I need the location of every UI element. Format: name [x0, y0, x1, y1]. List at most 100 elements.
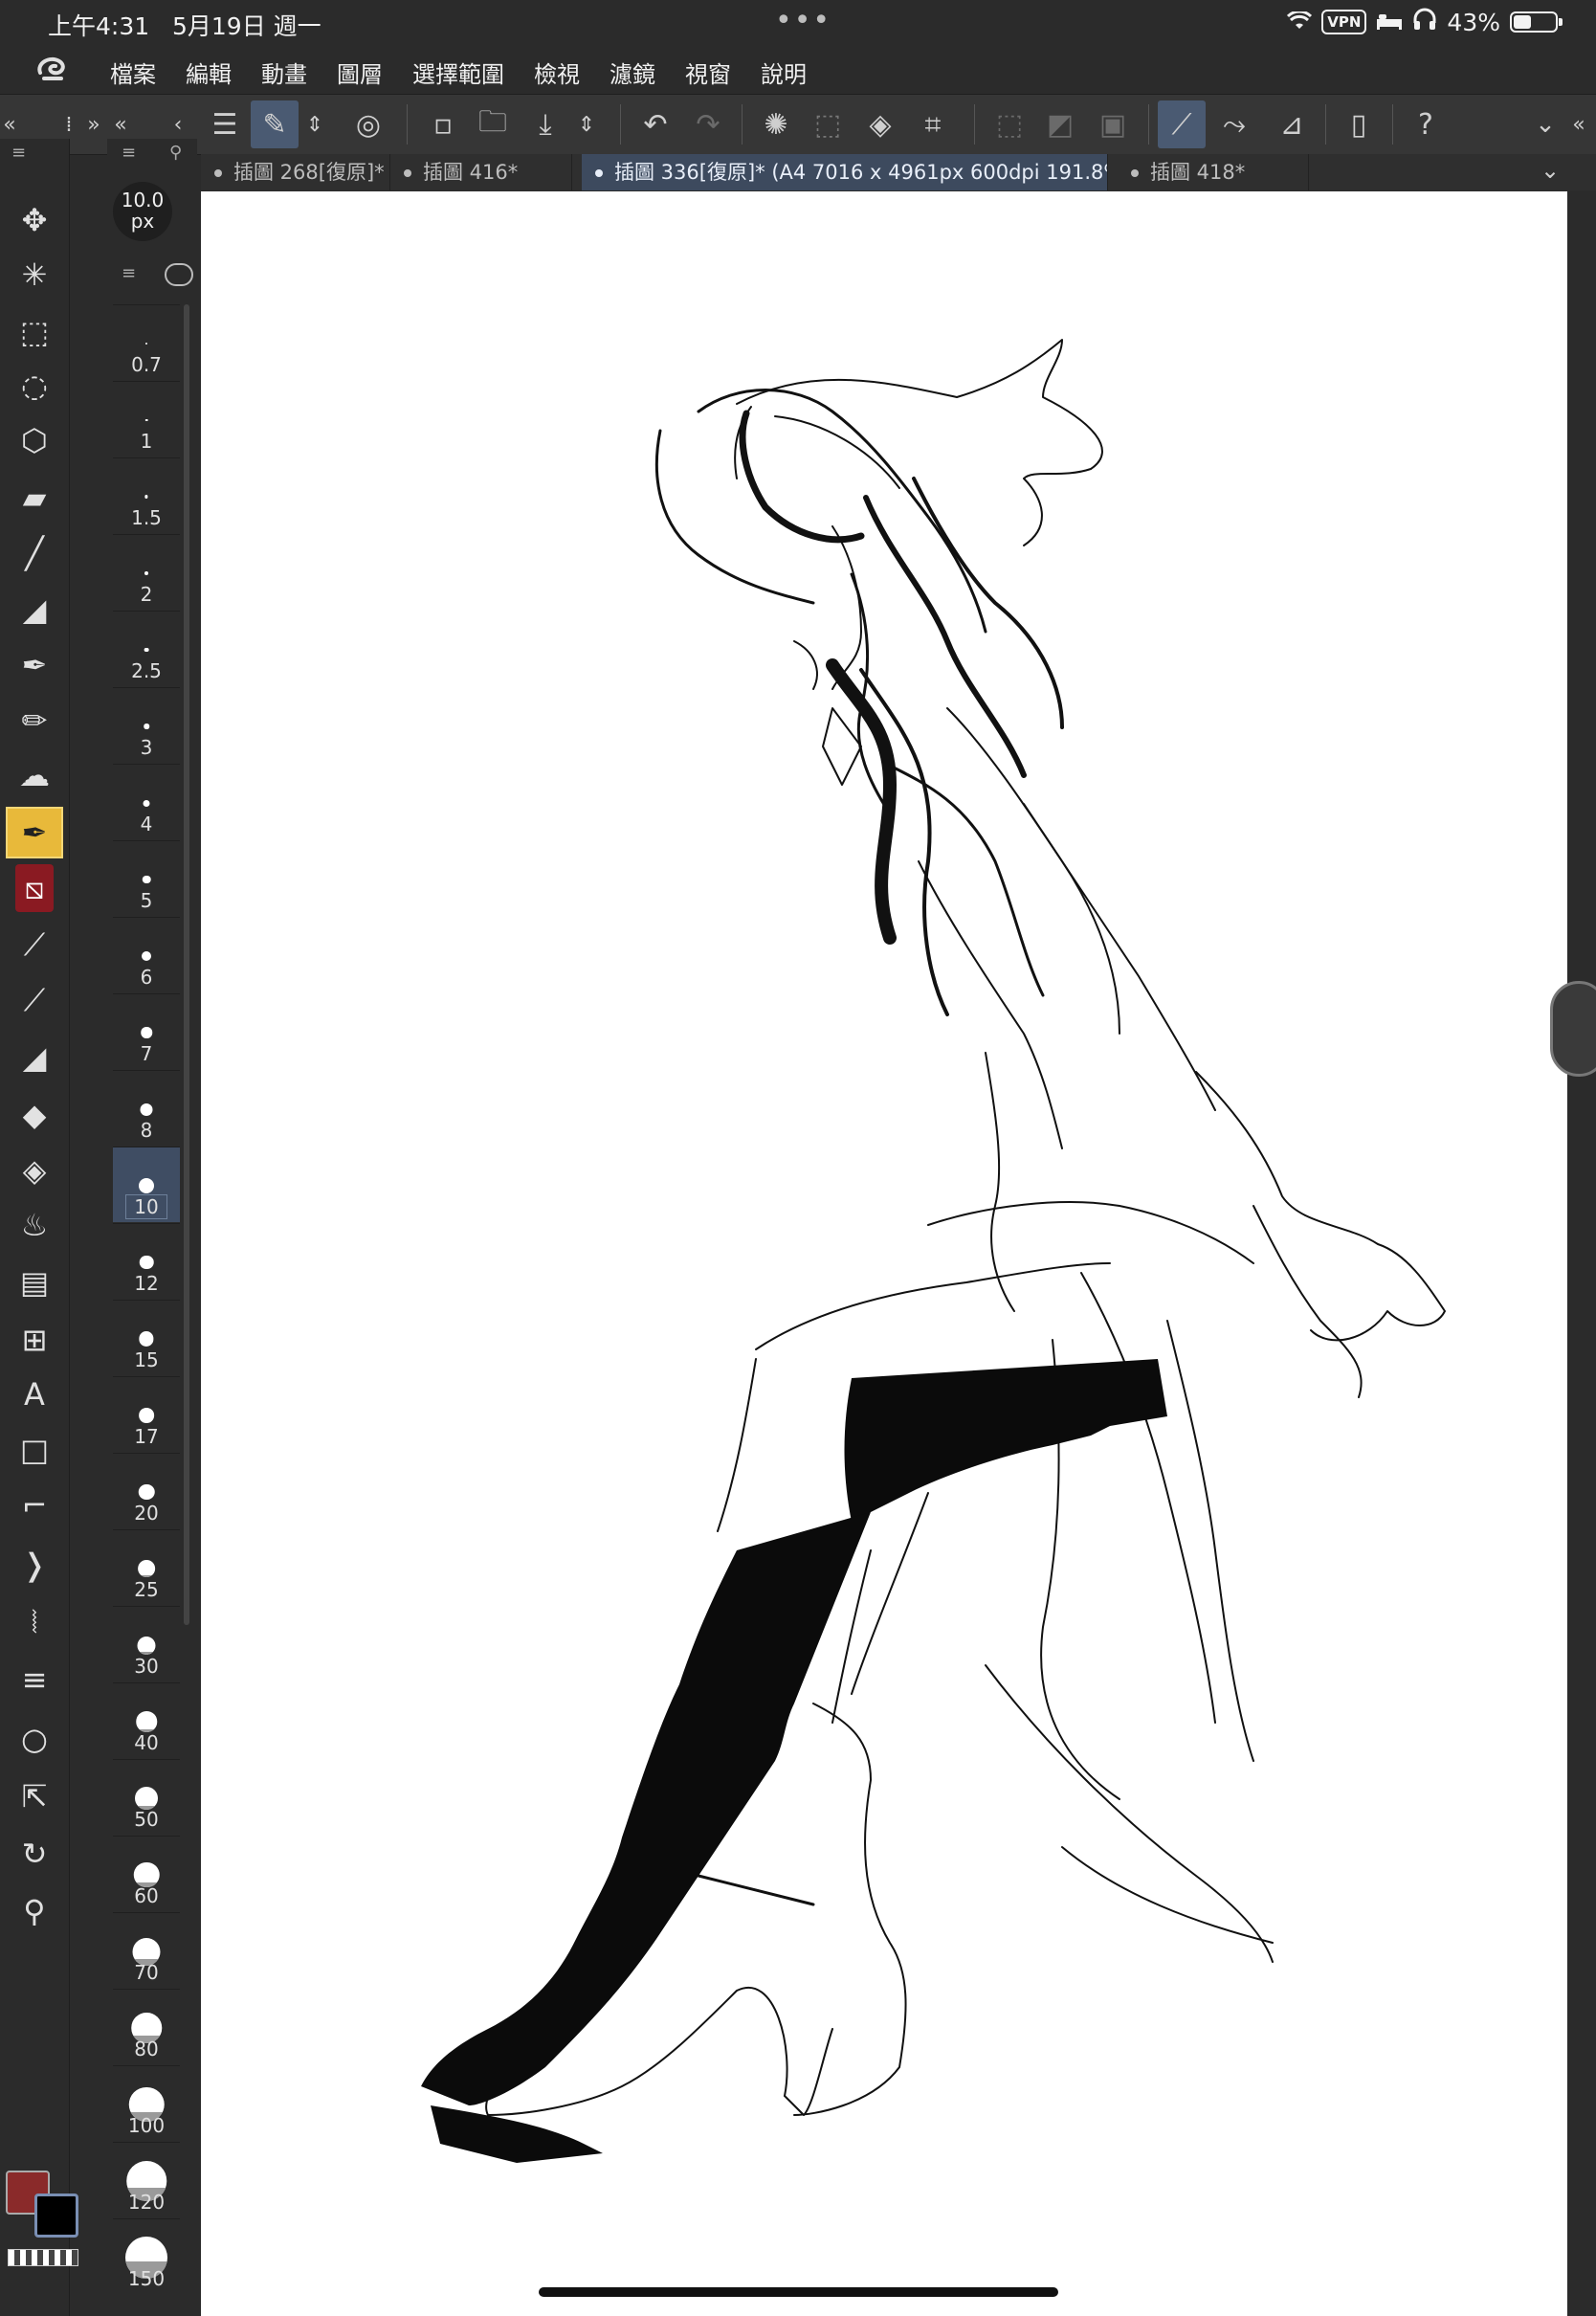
brush-size-100[interactable]: 100 — [113, 2065, 180, 2141]
device-icon[interactable]: ▯ — [1335, 100, 1383, 148]
rect-select-icon[interactable]: ⬚ — [8, 308, 61, 356]
edit-mode-icon[interactable]: ✎ — [251, 100, 299, 148]
brush-size-150[interactable]: 150 — [113, 2218, 180, 2294]
gradient-icon[interactable]: ♨ — [8, 1201, 61, 1249]
shape-icon[interactable]: □ — [8, 1426, 61, 1474]
deselect-icon[interactable]: ⬚ — [986, 100, 1033, 148]
blend-icon[interactable]: ☁ — [8, 751, 61, 799]
brush-size-40[interactable]: 40 — [113, 1682, 180, 1758]
size-panel-menu-icon[interactable]: ≡ — [122, 143, 136, 163]
brush-size-120[interactable]: 120 — [113, 2142, 180, 2217]
sub-color-swatch[interactable] — [34, 2194, 78, 2238]
tab-doc-3[interactable]: 插圖 336[復原]* (A4 7016 x 4961px 600dpi 191… — [582, 154, 1108, 190]
menu-item-5[interactable]: 檢視 — [534, 56, 580, 89]
brush-size-5[interactable]: 5 — [113, 840, 180, 916]
chevron-updown-icon[interactable]: ⇕ — [300, 100, 329, 148]
home-indicator[interactable] — [539, 2287, 1058, 2297]
transform-icon[interactable]: ⌗ — [909, 100, 957, 148]
pencil-icon[interactable]: ✏ — [8, 697, 61, 745]
fill-bucket-icon[interactable]: ◈ — [856, 100, 904, 148]
brush-size-3[interactable]: 3 — [113, 687, 180, 763]
link-icon[interactable] — [165, 263, 193, 286]
brush-size-12[interactable]: 12 — [113, 1223, 180, 1299]
tab-doc-4[interactable]: 插圖 418* — [1118, 154, 1309, 190]
multitask-dots[interactable]: ••• — [775, 4, 831, 37]
list-icon[interactable]: ≡ — [8, 1656, 61, 1704]
rotate-icon[interactable]: ↻ — [8, 1830, 61, 1878]
pen-icon[interactable]: ╱ — [8, 529, 61, 577]
selection-border-icon[interactable]: ▣ — [1089, 100, 1137, 148]
lasso-icon[interactable]: ◌ — [8, 362, 61, 410]
zoom-icon[interactable]: ⚲ — [8, 1887, 61, 1935]
brush-size-10[interactable]: 10 — [113, 1147, 180, 1222]
size-list-scrollbar[interactable] — [184, 304, 189, 1625]
brush-size-6[interactable]: 6 — [113, 917, 180, 992]
brush-icon[interactable]: ⟋ — [8, 976, 61, 1024]
redo-icon[interactable]: ↷ — [684, 100, 732, 148]
speech-icon[interactable]: ○ — [8, 1715, 61, 1763]
undo-icon[interactable]: ↶ — [632, 100, 679, 148]
brush-size-readout[interactable]: 10.0 px — [113, 182, 172, 241]
balloon-icon[interactable]: ⌐ — [8, 1481, 61, 1529]
expand-icon[interactable]: ❭ — [8, 1541, 61, 1589]
drawing-canvas[interactable] — [201, 191, 1567, 2316]
invert-selection-icon[interactable]: ◩ — [1036, 100, 1084, 148]
transparent-color-swatch[interactable] — [8, 2249, 78, 2266]
tab-doc-2[interactable]: 插圖 416* — [390, 154, 572, 190]
magic-wand-icon[interactable]: ✳ — [8, 251, 61, 299]
app-logo-icon[interactable] — [33, 54, 71, 86]
brush-size-60[interactable]: 60 — [113, 1836, 180, 1911]
clear-selection-icon[interactable]: ⬚ — [804, 100, 852, 148]
g-pen-icon[interactable]: ✒ — [6, 807, 63, 858]
tab-doc-1[interactable]: 插圖 268[復原]* — [201, 154, 390, 190]
brush-size-70[interactable]: 70 — [113, 1912, 180, 1988]
dropper-icon[interactable]: ⟋ — [8, 921, 61, 969]
snap-grid-icon[interactable]: ⊿ — [1268, 100, 1316, 148]
brush-size-1[interactable]: 1 — [113, 381, 180, 457]
brush-size-25[interactable]: 25 — [113, 1529, 180, 1605]
expand-right-icon[interactable]: » — [84, 100, 103, 148]
brush-size-7[interactable]: 7 — [113, 993, 180, 1069]
collapse-right-icon[interactable]: « — [1569, 100, 1588, 148]
menu-item-3[interactable]: 圖層 — [337, 56, 383, 89]
new-canvas-icon[interactable]: ▫ — [419, 100, 467, 148]
marker-icon[interactable]: ◢ — [8, 586, 61, 634]
brush-size-80[interactable]: 80 — [113, 1989, 180, 2064]
3d-object-icon[interactable]: ⬡ — [8, 416, 61, 464]
snap-ruler-icon[interactable]: ⟋ — [1158, 100, 1206, 148]
loading-icon[interactable]: ✺ — [752, 100, 800, 148]
brush-size-20[interactable]: 20 — [113, 1453, 180, 1528]
object-select-icon[interactable]: ⇱ — [8, 1772, 61, 1820]
menu-item-7[interactable]: 視窗 — [685, 56, 731, 89]
brush-size-8[interactable]: 8 — [113, 1070, 180, 1146]
tabs-chevron-down-icon[interactable]: ⌄ — [1526, 146, 1574, 194]
quick-access-icon[interactable]: ◎ — [344, 100, 392, 148]
brush-size-30[interactable]: 30 — [113, 1606, 180, 1681]
brush-size-50[interactable]: 50 — [113, 1759, 180, 1835]
chevron-updown-icon-2[interactable]: ⇕ — [572, 100, 601, 148]
menu-item-8[interactable]: 說明 — [761, 56, 807, 89]
menu-icon[interactable]: ☰ — [201, 100, 249, 148]
brush-size-2_5[interactable]: 2.5 — [113, 611, 180, 686]
figure-icon[interactable]: ▤ — [8, 1258, 61, 1306]
frame-icon[interactable]: ⊞ — [8, 1316, 61, 1364]
menu-item-4[interactable]: 選擇範圍 — [412, 56, 504, 89]
menu-item-6[interactable]: 濾鏡 — [610, 56, 655, 89]
ruler-line-icon[interactable]: ⦚ — [8, 1598, 61, 1646]
move-icon[interactable]: ✥ — [8, 196, 61, 244]
chevron-down-icon[interactable]: ⌄ — [1521, 100, 1569, 148]
save-icon[interactable]: ⤓ — [521, 100, 569, 148]
menu-item-0[interactable]: 檔案 — [110, 56, 156, 89]
brush-size-1_5[interactable]: 1.5 — [113, 457, 180, 533]
brush-size-17[interactable]: 17 — [113, 1376, 180, 1452]
fountain-pen-icon[interactable]: ✒ — [8, 641, 61, 689]
brush-size-2[interactable]: 2 — [113, 534, 180, 610]
brush-size-0_7[interactable]: 0.7 — [113, 304, 180, 380]
help-icon[interactable]: ? — [1402, 100, 1450, 148]
tool-property-icon[interactable]: ⚲ — [169, 143, 182, 163]
airbrush-icon[interactable]: ◢ — [8, 1034, 61, 1081]
snap-special-ruler-icon[interactable]: ⤳ — [1210, 100, 1258, 148]
palette-menu-icon[interactable]: ≡ — [11, 143, 26, 163]
brush-size-15[interactable]: 15 — [113, 1300, 180, 1375]
menu-item-2[interactable]: 動畫 — [261, 56, 307, 89]
